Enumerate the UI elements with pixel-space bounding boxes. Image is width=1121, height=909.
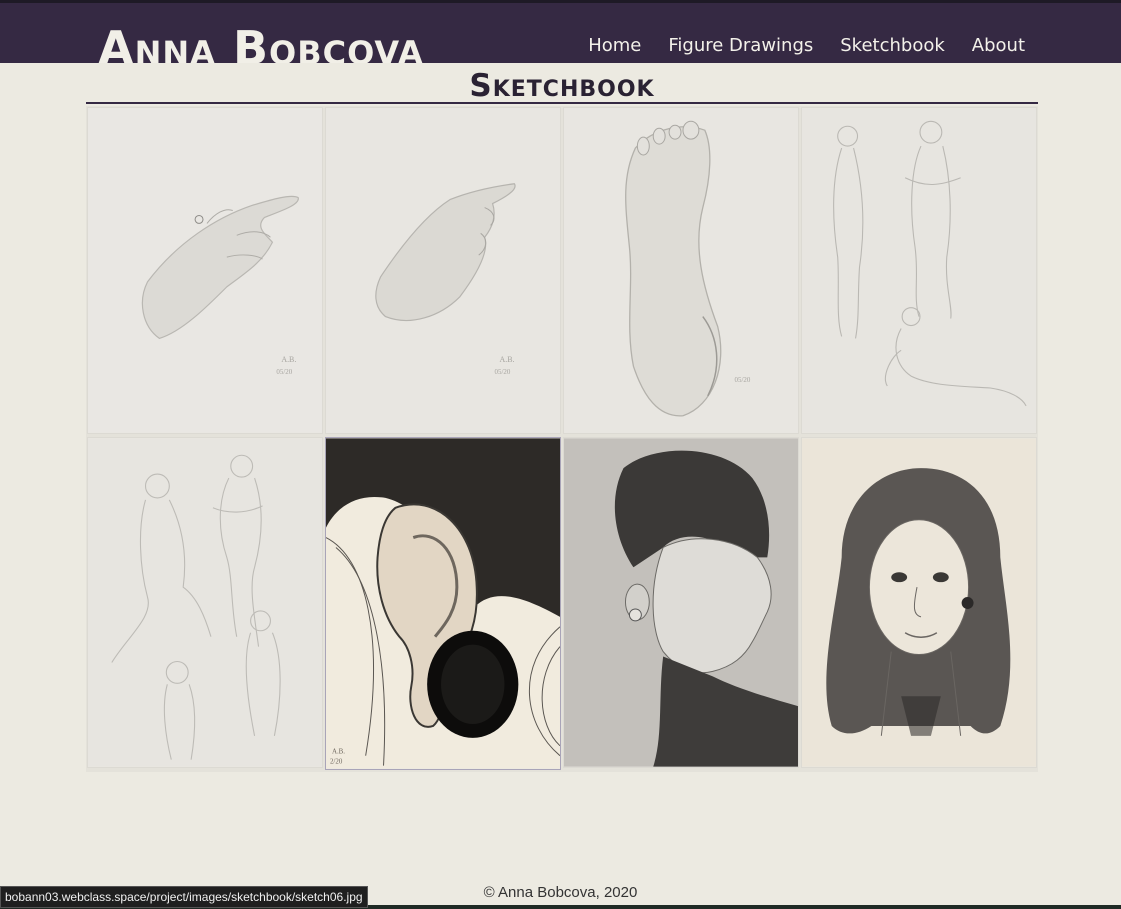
page-title: Sketchbook: [86, 66, 1038, 104]
sketch-pointing-hand-image: A.B. 05/20: [326, 108, 560, 433]
nav-sketchbook[interactable]: Sketchbook: [840, 35, 945, 57]
svg-text:A.B.: A.B.: [281, 355, 296, 364]
nav-about[interactable]: About: [972, 35, 1025, 57]
svg-text:05/20: 05/20: [276, 368, 292, 376]
site-brand[interactable]: Anna Bobcova: [98, 23, 424, 63]
gallery-thumb-6[interactable]: A.B. 2/20: [325, 437, 561, 770]
sketch-foot-image: 05/20: [564, 108, 798, 433]
browser-status-url: bobann03.webclass.space/project/images/s…: [0, 886, 368, 908]
sketch-hand-with-ring-image: A.B. 05/20: [88, 108, 322, 433]
gallery-thumb-1[interactable]: A.B. 05/20: [87, 107, 323, 434]
footer-copyright: © Anna Bobcova, 2020: [483, 884, 638, 901]
site-header: Anna Bobcova Home Figure Drawings Sketch…: [0, 3, 1121, 63]
sketch-woman-portrait-image: [802, 438, 1036, 767]
sketch-figure-studies-2-image: [88, 438, 322, 767]
sketch-gallery: A.B. 05/20 A.B. 05/20 05/20 A.B. 2/20: [86, 106, 1038, 772]
sketch-profile-portrait-image: [564, 438, 798, 767]
gallery-thumb-5[interactable]: [87, 437, 323, 768]
gallery-thumb-3[interactable]: 05/20: [563, 107, 799, 434]
sketch-figure-studies-image: [802, 108, 1036, 433]
nav-home[interactable]: Home: [588, 35, 641, 57]
gallery-thumb-8[interactable]: [801, 437, 1037, 768]
gallery-thumb-7[interactable]: [563, 437, 799, 768]
svg-text:2/20: 2/20: [330, 758, 343, 766]
svg-text:05/20: 05/20: [495, 368, 511, 376]
sketch-ear-with-plug-image: A.B. 2/20: [326, 438, 560, 769]
nav-figure-drawings[interactable]: Figure Drawings: [668, 35, 813, 57]
gallery-thumb-4[interactable]: [801, 107, 1037, 434]
svg-text:A.B.: A.B.: [500, 355, 515, 364]
svg-text:05/20: 05/20: [735, 376, 751, 384]
svg-text:A.B.: A.B.: [332, 748, 345, 756]
main-nav: Home Figure Drawings Sketchbook About: [588, 35, 1025, 57]
gallery-thumb-2[interactable]: A.B. 05/20: [325, 107, 561, 434]
